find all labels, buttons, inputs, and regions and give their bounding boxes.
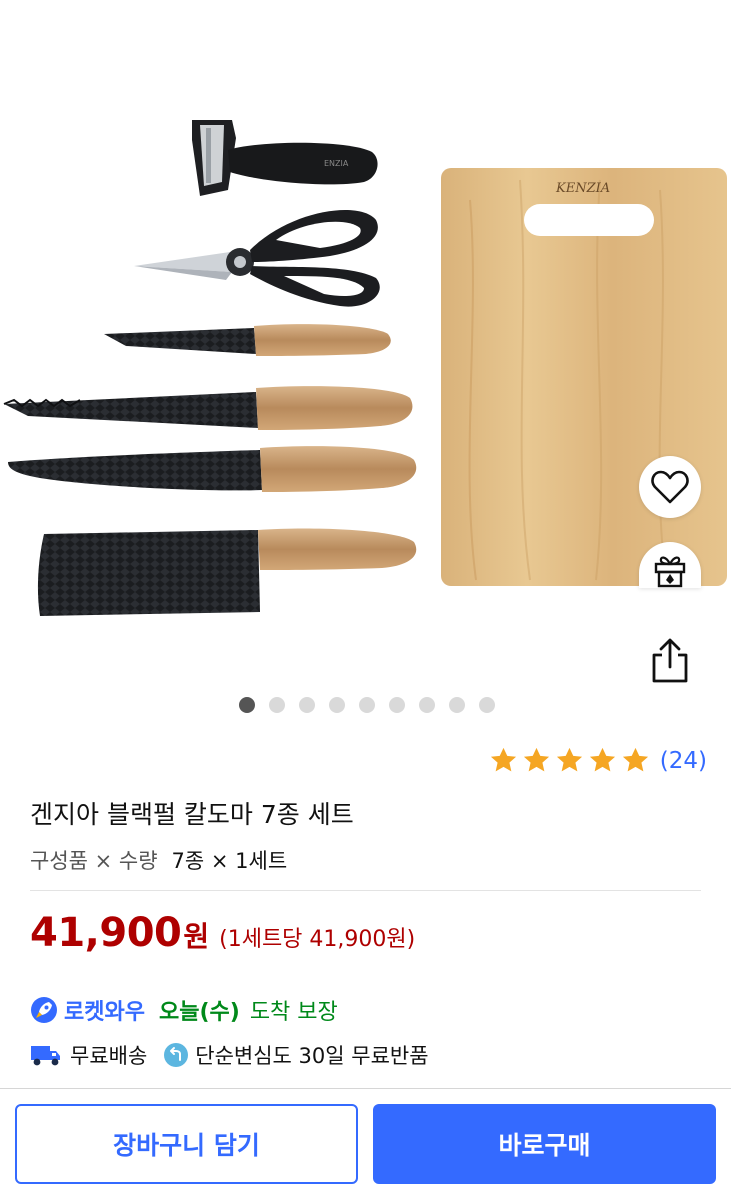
price-currency: 원 — [183, 920, 210, 953]
gallery-pagination — [0, 697, 731, 713]
arrival-guarantee: 도착 보장 — [249, 1000, 338, 1025]
return-icon — [164, 1043, 189, 1067]
review-count-link[interactable]: (24) — [660, 748, 707, 774]
unit-price: (1세트당 41,900원) — [219, 927, 416, 952]
product-image-gallery[interactable]: ENZIA KENZIA — [0, 0, 731, 730]
gallery-dot[interactable] — [449, 697, 465, 713]
truck-icon — [31, 1046, 60, 1066]
rocket-delivery-row: 로켓와우 오늘(수) 도착 보장 — [30, 994, 338, 1026]
arrival-day: 오늘(수) — [158, 1000, 240, 1025]
heart-icon — [651, 470, 689, 504]
sale-price: 41,900 — [30, 910, 182, 956]
star-icon — [622, 747, 648, 772]
wishlist-button[interactable] — [639, 456, 701, 518]
price-row: 41,900 원 (1세트당 41,900원) — [30, 910, 415, 956]
star-icon — [589, 747, 615, 772]
svg-text:KENZIA: KENZIA — [555, 181, 610, 196]
share-button[interactable] — [648, 636, 692, 684]
add-to-cart-button[interactable]: 장바구니 담기 — [15, 1104, 358, 1184]
cleaver-illustration — [37, 528, 417, 616]
option-value: 7종 × 1세트 — [171, 849, 288, 873]
product-title: 겐지아 블랙펄 칼도마 7종 세트 — [30, 800, 354, 829]
shipping-benefits-row: 무료배송 단순변심도 30일 무료반품 — [30, 1040, 429, 1070]
star-icon — [556, 747, 582, 772]
free-return-text: 단순변심도 30일 무료반품 — [195, 1044, 429, 1068]
option-label: 구성품 × 수량 — [30, 849, 158, 873]
buy-now-button[interactable]: 바로구매 — [373, 1104, 716, 1184]
divider — [30, 890, 701, 891]
action-bar-divider — [0, 1088, 731, 1089]
product-image: ENZIA KENZIA — [3, 120, 727, 616]
rocket-brand: 로켓와우 — [64, 1000, 145, 1025]
gallery-dot[interactable] — [239, 697, 255, 713]
rating-stars — [489, 746, 650, 775]
gallery-dot[interactable] — [359, 697, 375, 713]
option-summary: 구성품 × 수량 7종 × 1세트 — [30, 845, 287, 875]
bread-knife-illustration — [3, 386, 413, 430]
gallery-dot[interactable] — [419, 697, 435, 713]
svg-text:ENZIA: ENZIA — [324, 159, 349, 168]
cutting-board-illustration: KENZIA — [441, 168, 727, 586]
scissors-illustration — [134, 210, 380, 307]
free-shipping-text: 무료배송 — [70, 1044, 148, 1068]
paring-knife-illustration — [104, 324, 391, 356]
gallery-dot[interactable] — [269, 697, 285, 713]
rocket-icon — [31, 997, 57, 1023]
gallery-dot[interactable] — [299, 697, 315, 713]
peeler-illustration: ENZIA — [192, 120, 378, 196]
chef-knife-illustration — [8, 446, 417, 492]
gallery-dot[interactable] — [389, 697, 405, 713]
share-icon — [652, 638, 688, 683]
star-icon — [523, 747, 549, 772]
gallery-dot[interactable] — [479, 697, 495, 713]
gift-icon — [654, 556, 686, 588]
star-icon — [490, 747, 516, 772]
gallery-dot[interactable] — [329, 697, 345, 713]
rating[interactable]: (24) — [489, 746, 707, 775]
